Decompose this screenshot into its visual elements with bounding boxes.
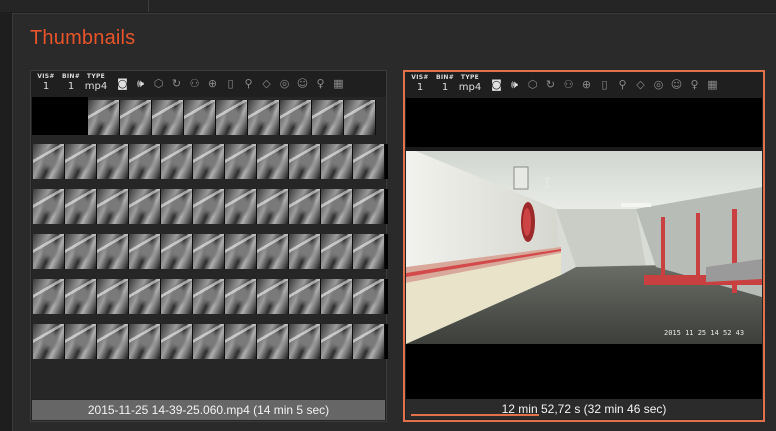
bookmark-icon[interactable]: ▯ <box>223 77 238 91</box>
top-tab-bar <box>0 0 776 12</box>
bin-number: BIN# 1 <box>61 73 81 92</box>
globe-icon[interactable]: ⊕ <box>579 78 594 92</box>
filmstrip-blank <box>32 97 88 135</box>
filmstrip-area <box>32 97 388 399</box>
filmstrip-row <box>33 324 388 359</box>
target-icon[interactable]: ◎ <box>277 77 292 91</box>
video-frame: 2015 11 25 14 52 43 <box>406 147 762 344</box>
rotate-icon[interactable]: ↻ <box>543 78 558 92</box>
thumbnail-card-filmstrip[interactable]: VIS# 1 BIN# 1 TYPE mp4 ◙ 🕪 ⬡ ↻ ⚇ ⊕ ▯ ⚲ ◇ ◎ … <box>30 70 388 422</box>
rotate-icon[interactable]: ↻ <box>169 77 184 91</box>
pin-icon[interactable]: ⚲ <box>615 78 630 92</box>
target-icon[interactable]: ◎ <box>651 78 666 92</box>
section-title: Thumbnails <box>30 27 136 49</box>
filmstrip-row <box>33 279 388 314</box>
bin-number: BIN# 1 <box>435 74 455 93</box>
bookmark-icon[interactable]: ▯ <box>597 78 612 92</box>
card-icons: ◙ 🕪 ⬡ ↻ ⚇ ⊕ ▯ ⚲ ◇ ◎ ☺ ♀ ▦ <box>489 78 720 92</box>
filmstrip-row <box>33 189 388 224</box>
vis-number: VIS# 1 <box>37 73 55 92</box>
card-icons: ◙ 🕪 ⬡ ↻ ⚇ ⊕ ▯ ⚲ ◇ ◎ ☺ ♀ ▦ <box>115 77 346 91</box>
grid-icon[interactable]: ▦ <box>705 78 720 92</box>
audio-icon[interactable]: 🕪 <box>507 78 522 92</box>
hexagon-icon[interactable]: ⬡ <box>525 78 540 92</box>
file-caption: 2015-11-25 14-39-25.060.mp4 (14 min 5 se… <box>32 400 385 420</box>
filmstrip-row <box>33 234 388 269</box>
thumbnail-card-video-selected[interactable]: VIS# 1 BIN# 1 TYPE mp4 ◙ 🕪 ⬡ ↻ ⚇ ⊕ ▯ ⚲ ◇ ◎ … <box>403 70 765 422</box>
lightbulb-icon[interactable]: ♀ <box>687 78 702 92</box>
filmstrip-row <box>33 144 388 179</box>
camera-icon[interactable]: ◙ <box>115 77 130 91</box>
tab-divider <box>148 0 149 12</box>
camera-icon[interactable]: ◙ <box>489 78 504 92</box>
audio-icon[interactable]: 🕪 <box>133 77 148 91</box>
grid-icon[interactable]: ▦ <box>331 77 346 91</box>
playback-progress-bar[interactable] <box>411 414 539 416</box>
face-icon[interactable]: ☺ <box>295 77 310 91</box>
tag-icon[interactable]: ◇ <box>633 78 648 92</box>
filmstrip-row <box>88 100 387 135</box>
card-toolbar: VIS# 1 BIN# 1 TYPE mp4 ◙ 🕪 ⬡ ↻ ⚇ ⊕ ▯ ⚲ ◇ ◎ … <box>405 72 763 98</box>
pin-icon[interactable]: ⚲ <box>241 77 256 91</box>
vis-number: VIS# 1 <box>411 74 429 93</box>
file-type: TYPE mp4 <box>84 73 108 92</box>
globe-icon[interactable]: ⊕ <box>205 77 220 91</box>
file-type: TYPE mp4 <box>458 74 482 93</box>
people-icon[interactable]: ⚇ <box>187 77 202 91</box>
people-icon[interactable]: ⚇ <box>561 78 576 92</box>
hexagon-icon[interactable]: ⬡ <box>151 77 166 91</box>
face-icon[interactable]: ☺ <box>669 78 684 92</box>
playback-time: 12 min 52,72 s (32 min 46 sec) <box>406 399 762 419</box>
card-toolbar: VIS# 1 BIN# 1 TYPE mp4 ◙ 🕪 ⬡ ↻ ⚇ ⊕ ▯ ⚲ ◇ ◎ … <box>31 71 386 97</box>
video-timestamp: 2015 11 25 14 52 43 <box>664 329 744 337</box>
tag-icon[interactable]: ◇ <box>259 77 274 91</box>
text-cursor-icon: I <box>543 176 552 192</box>
lightbulb-icon[interactable]: ♀ <box>313 77 328 91</box>
